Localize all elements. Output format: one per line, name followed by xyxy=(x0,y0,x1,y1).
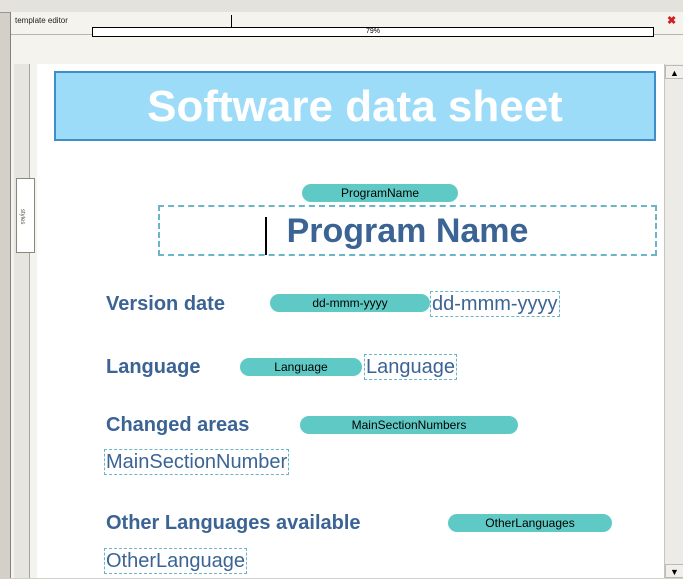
title-banner[interactable]: Software data sheet xyxy=(54,71,656,141)
side-tab-styles[interactable]: styles xyxy=(16,178,35,253)
document-page[interactable] xyxy=(37,64,664,578)
version-date-label: Version date xyxy=(106,293,225,315)
field-tag-changed-areas[interactable]: MainSectionNumbers xyxy=(300,416,518,434)
banner-title: Software data sheet xyxy=(147,82,563,131)
changed-areas-value[interactable]: MainSectionNumber xyxy=(104,449,290,475)
left-gutter xyxy=(14,64,30,578)
scroll-down-arrow-icon[interactable]: ▼ xyxy=(665,564,683,578)
changed-areas-label: Changed areas xyxy=(106,414,250,436)
field-tag-other-languages[interactable]: OtherLanguages xyxy=(448,514,612,532)
program-name-field[interactable]: Program Name xyxy=(158,205,657,256)
close-icon[interactable]: ✖ xyxy=(667,16,677,27)
field-tag-language[interactable]: Language xyxy=(240,358,362,376)
field-tag-program-name[interactable]: ProgramName xyxy=(302,184,458,202)
version-date-value[interactable]: dd-mmm-yyyy xyxy=(430,291,560,317)
field-tag-version-date[interactable]: dd-mmm-yyyy xyxy=(270,294,430,312)
program-name: Program Name xyxy=(286,212,529,250)
language-label: Language xyxy=(106,356,201,378)
other-languages-value[interactable]: OtherLanguage xyxy=(104,548,248,574)
language-value[interactable]: Language xyxy=(364,354,457,380)
side-tab-label: styles xyxy=(19,209,25,225)
scroll-up-arrow-icon[interactable]: ▲ xyxy=(665,65,683,79)
panel-title: template editor xyxy=(15,16,68,25)
vertical-scrollbar[interactable]: ▲ ▼ xyxy=(664,64,683,578)
text-cursor xyxy=(265,217,267,255)
zoom-label: 79% xyxy=(365,28,380,35)
other-languages-label: Other Languages available xyxy=(106,512,361,534)
zoom-ruler[interactable]: 79% xyxy=(92,27,654,37)
